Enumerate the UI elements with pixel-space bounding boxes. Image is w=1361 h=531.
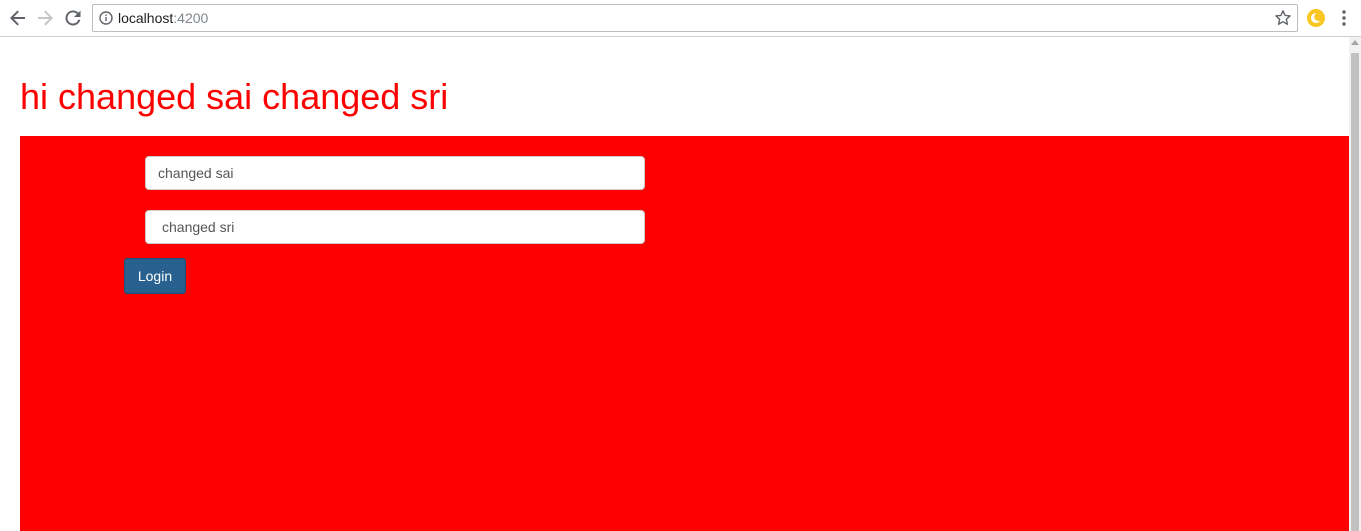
scroll-up-arrow-icon[interactable] (1351, 40, 1359, 45)
first-name-input[interactable] (145, 156, 645, 190)
last-name-input[interactable] (145, 210, 645, 244)
scrollbar-thumb[interactable] (1351, 53, 1359, 531)
url-port: :4200 (173, 10, 209, 26)
forward-button[interactable] (33, 6, 57, 30)
arrow-left-icon (10, 10, 25, 26)
star-icon[interactable] (1274, 9, 1292, 27)
login-button[interactable]: Login (124, 258, 186, 294)
reload-button[interactable] (61, 6, 85, 30)
address-bar[interactable]: localhost:4200 (92, 4, 1298, 32)
kebab-menu-icon[interactable] (1340, 9, 1348, 27)
page-heading: hi changed sai changed sri (20, 76, 449, 117)
login-panel: Login (20, 136, 1349, 531)
vertical-scrollbar[interactable] (1349, 37, 1361, 531)
arrow-right-icon (38, 10, 53, 26)
url-host: localhost (118, 10, 174, 26)
back-button[interactable] (6, 6, 30, 30)
info-icon[interactable] (99, 11, 113, 25)
browser-toolbar: localhost:4200 (0, 0, 1361, 37)
url-text[interactable]: localhost:4200 (118, 10, 208, 26)
page-viewport: hi changed sai changed sri Login (0, 37, 1349, 531)
crescent-moon-icon[interactable] (1306, 8, 1326, 28)
reload-icon (65, 10, 81, 26)
